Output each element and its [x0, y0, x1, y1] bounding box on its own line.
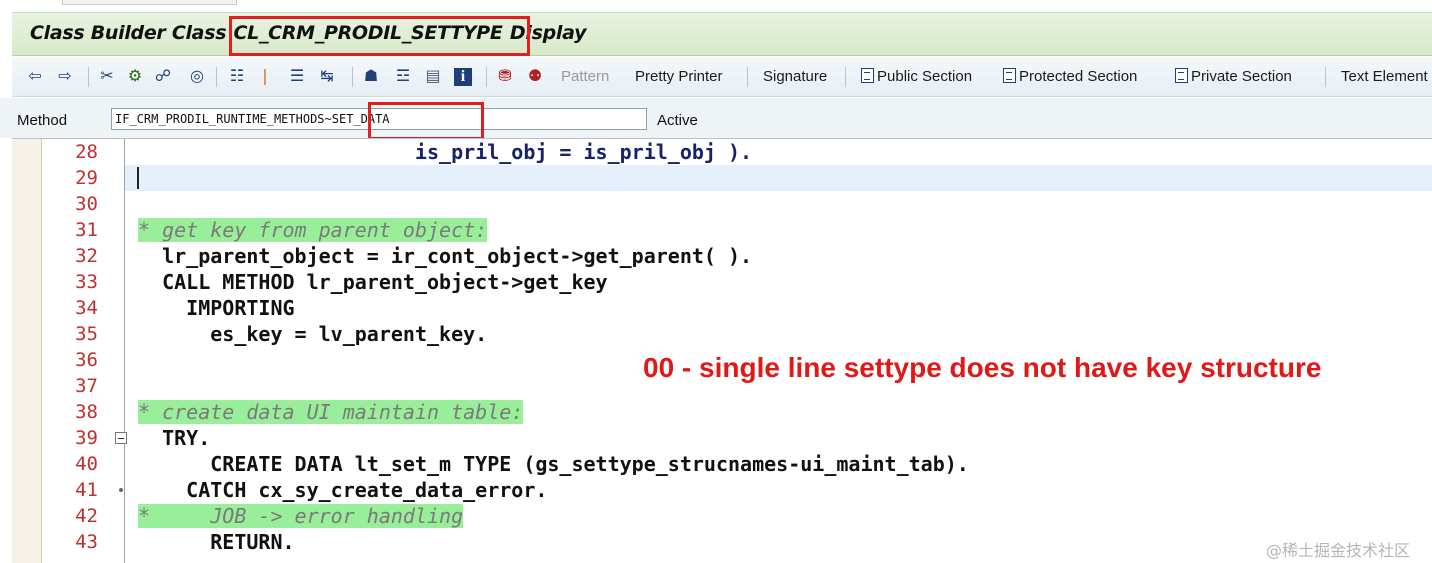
line-number: 36 — [75, 349, 98, 371]
line-number: 39 — [75, 427, 98, 449]
edit-object-icon[interactable]: ❘ — [258, 66, 272, 86]
display-object-icon[interactable]: ☰ — [286, 66, 308, 86]
private-section-icon — [1175, 68, 1188, 83]
code-line: 38 * create data UI maintain table: — [12, 399, 1432, 425]
line-number: 43 — [75, 531, 98, 553]
line-number: 40 — [75, 453, 98, 475]
protected-section-label: Protected Section — [1019, 68, 1138, 85]
private-section-label: Private Section — [1191, 68, 1292, 85]
line-number: 41 — [75, 479, 98, 501]
line-number: 30 — [75, 193, 98, 215]
method-bar: Method IF_CRM_PRODIL_RUNTIME_METHODS~SET… — [0, 98, 1432, 138]
macros-icon[interactable]: ⚉ — [524, 66, 546, 86]
toolbar-separator — [88, 67, 89, 87]
test-icon[interactable]: ☍ — [152, 66, 174, 86]
toolbar-separator — [486, 67, 487, 87]
protected-section-button[interactable]: Protected Section — [1003, 67, 1137, 87]
method-status: Active — [657, 112, 698, 129]
code-line: 42 * JOB -> error handling — [12, 503, 1432, 529]
line-number: 42 — [75, 505, 98, 527]
code-line: 40 CREATE DATA lt_set_m TYPE (gs_settype… — [12, 451, 1432, 477]
code-line: 29 — [12, 165, 1432, 191]
public-section-icon — [861, 68, 874, 83]
line-code: * create data UI maintain table: — [138, 399, 524, 425]
pretty-printer-button[interactable]: Pretty Printer — [635, 67, 723, 87]
info-icon[interactable]: i — [452, 66, 474, 86]
code-line: 41 CATCH cx_sy_create_data_error. — [12, 477, 1432, 503]
line-number: 34 — [75, 297, 98, 319]
text-elements-button[interactable]: Text Element — [1341, 67, 1428, 87]
title-prefix: Class Builder Class — [30, 22, 233, 44]
window-top-strip — [0, 0, 1432, 8]
annotation-note: 00 - single line settype does not have k… — [643, 352, 1322, 383]
forward-icon[interactable]: ⇨ — [54, 66, 76, 86]
other-object-icon[interactable]: ✂ — [96, 66, 118, 86]
code-line: 43 RETURN. — [12, 529, 1432, 555]
line-number: 31 — [75, 219, 98, 241]
title-bar: Class Builder Class CL_CRM_PRODIL_SETTYP… — [12, 12, 1432, 56]
title-class-name: CL_CRM_PRODIL_SETTYPE — [233, 22, 503, 44]
line-code: * get key from parent object: — [138, 217, 488, 243]
code-line: 39 TRY. — [12, 425, 1432, 451]
line-number: 37 — [75, 375, 98, 397]
back-icon[interactable]: ⇦ — [24, 66, 46, 86]
line-number: 35 — [75, 323, 98, 345]
line-code: CATCH cx_sy_create_data_error. — [138, 478, 548, 502]
where-used-icon[interactable]: ☷ — [226, 66, 248, 86]
line-number: 29 — [75, 167, 98, 189]
window-tab[interactable] — [62, 0, 237, 5]
window-icon[interactable]: ▤ — [422, 66, 444, 86]
code-editor[interactable]: 28 is_pril_obj = is_pril_obj ). 29 30 31… — [12, 138, 1432, 563]
line-code: TRY. — [138, 426, 211, 450]
code-line: 28 is_pril_obj = is_pril_obj ). — [12, 139, 1432, 165]
watermark: @稀土掘金技术社区 — [1266, 541, 1411, 560]
line-number: 33 — [75, 271, 98, 293]
hierarchy-icon[interactable]: ☗ — [360, 66, 382, 86]
toolbar-separator — [216, 67, 217, 87]
toolbar-separator — [845, 67, 846, 87]
comment-text: * create data UI maintain table: — [138, 400, 524, 424]
toolbar-separator — [352, 67, 353, 87]
line-number: 32 — [75, 245, 98, 267]
line-code: lr_parent_object = ir_cont_object->get_p… — [138, 244, 753, 268]
signature-button[interactable]: Signature — [763, 67, 827, 87]
local-types-icon[interactable]: ⛃ — [494, 66, 516, 86]
line-code: RETURN. — [138, 530, 295, 554]
navigate-icon[interactable]: ↹ — [316, 66, 338, 86]
fold-toggle-icon[interactable] — [115, 432, 127, 444]
private-section-button[interactable]: Private Section — [1175, 67, 1292, 87]
code-line: 31 * get key from parent object: — [12, 217, 1432, 243]
line-number: 28 — [75, 141, 98, 163]
code-line: 30 — [12, 191, 1432, 217]
toolbar-separator — [1325, 67, 1326, 87]
comment-text: * JOB -> error handling — [138, 504, 464, 528]
public-section-label: Public Section — [877, 68, 973, 85]
public-section-button[interactable]: Public Section — [861, 67, 972, 87]
comment-text: * get key from parent object: — [138, 218, 488, 242]
line-code: IMPORTING — [138, 296, 295, 320]
code-line: 33 CALL METHOD lr_parent_object->get_key — [12, 269, 1432, 295]
page-title: Class Builder Class CL_CRM_PRODIL_SETTYP… — [30, 22, 586, 44]
title-suffix: Display — [503, 22, 587, 44]
pattern-button[interactable]: Pattern — [561, 67, 609, 87]
protected-section-icon — [1003, 68, 1016, 83]
line-code: es_key = lv_parent_key. — [138, 322, 488, 346]
line-code: * JOB -> error handling — [138, 503, 464, 529]
application-toolbar: ⇦ ⇨ ✂ ⚙ ☍ ◎ ☷ ❘ ☰ ↹ ☗ ☲ ▤ i ⛃ ⚉ Pattern … — [12, 57, 1432, 97]
line-code: CREATE DATA lt_set_m TYPE (gs_settype_st… — [138, 452, 969, 476]
method-label: Method — [17, 112, 68, 129]
line-code: CALL METHOD lr_parent_object->get_key — [138, 270, 608, 294]
code-line: 34 IMPORTING — [12, 295, 1432, 321]
code-line: 35 es_key = lv_parent_key. — [12, 321, 1432, 347]
line-number: 38 — [75, 401, 98, 423]
toolbar-separator — [747, 67, 748, 87]
activate-icon[interactable]: ◎ — [186, 66, 208, 86]
check-icon[interactable]: ⚙ — [124, 66, 146, 86]
block-marker-icon — [119, 488, 123, 492]
method-name-field[interactable]: IF_CRM_PRODIL_RUNTIME_METHODS~SET_DATA — [111, 108, 647, 130]
structure-icon[interactable]: ☲ — [392, 66, 414, 86]
code-line: 32 lr_parent_object = ir_cont_object->ge… — [12, 243, 1432, 269]
line-code: is_pril_obj = is_pril_obj ). — [138, 140, 753, 164]
